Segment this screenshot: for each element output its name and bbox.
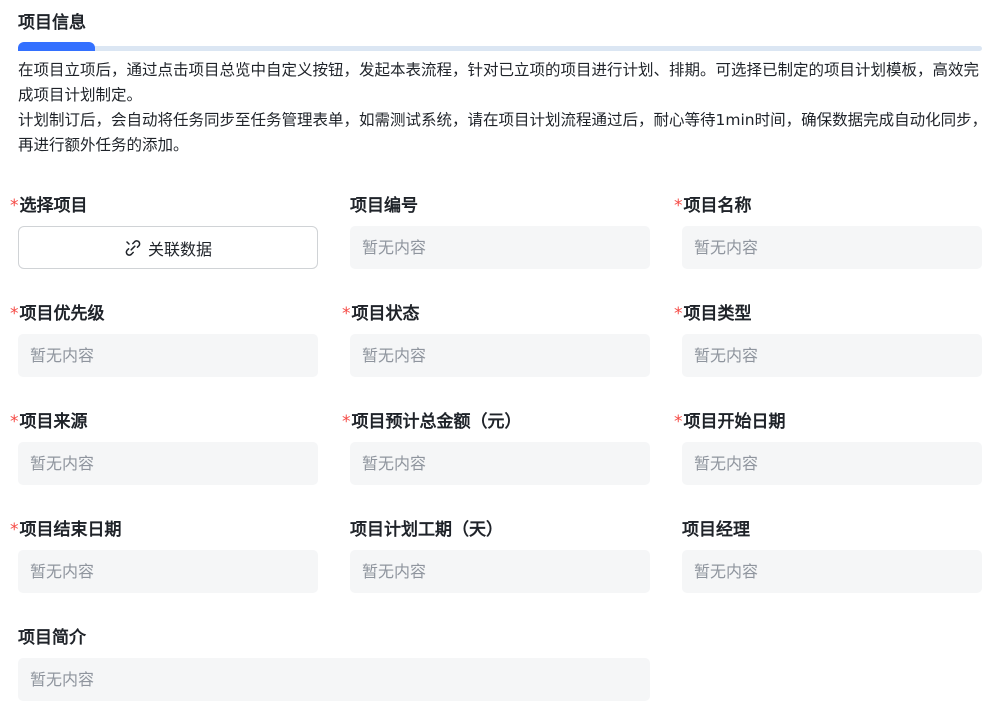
field-label-budget: *项目预计总金额（元）: [342, 412, 522, 432]
field-label-manager: 项目经理: [682, 520, 750, 540]
field-label-type: *项目类型: [674, 304, 752, 324]
field-label-project-no: 项目编号: [350, 196, 418, 216]
status-field[interactable]: 暂无内容: [350, 334, 650, 377]
field-label-start-date: *项目开始日期: [674, 412, 786, 432]
start-date-field[interactable]: 暂无内容: [682, 442, 982, 485]
form-description: 在项目立项后，通过点击项目总览中自定义按钮，发起本表流程，针对已立项的项目进行计…: [18, 58, 988, 158]
section-divider: [18, 46, 982, 51]
source-field[interactable]: 暂无内容: [18, 442, 318, 485]
required-marker: *: [10, 412, 19, 432]
required-marker: *: [342, 412, 351, 432]
duration-field[interactable]: 暂无内容: [350, 550, 650, 593]
field-label-project-name: *项目名称: [674, 196, 752, 216]
section-title: 项目信息: [18, 13, 86, 33]
manager-field[interactable]: 暂无内容: [682, 550, 982, 593]
required-marker: *: [10, 520, 19, 540]
required-marker: *: [10, 196, 19, 216]
required-marker: *: [10, 304, 19, 324]
required-marker: *: [342, 304, 351, 324]
description-paragraph: 在项目立项后，通过点击项目总览中自定义按钮，发起本表流程，针对已立项的项目进行计…: [18, 61, 980, 104]
field-label-duration: 项目计划工期（天）: [350, 520, 503, 540]
required-marker: *: [674, 196, 683, 216]
required-marker: *: [674, 412, 683, 432]
priority-field[interactable]: 暂无内容: [18, 334, 318, 377]
field-label-summary: 项目简介: [18, 628, 86, 648]
field-label-end-date: *项目结束日期: [10, 520, 122, 540]
required-marker: *: [674, 304, 683, 324]
end-date-field[interactable]: 暂无内容: [18, 550, 318, 593]
field-label-priority: *项目优先级: [10, 304, 105, 324]
budget-field[interactable]: 暂无内容: [350, 442, 650, 485]
field-label-status: *项目状态: [342, 304, 420, 324]
link-data-button-label: 关联数据: [147, 239, 212, 259]
link-data-button[interactable]: 关联数据: [18, 226, 318, 269]
type-field[interactable]: 暂无内容: [682, 334, 982, 377]
link-icon: [124, 239, 142, 257]
field-label-source: *项目来源: [10, 412, 88, 432]
project-name-field[interactable]: 暂无内容: [682, 226, 982, 269]
project-no-field[interactable]: 暂无内容: [350, 226, 650, 269]
summary-field[interactable]: 暂无内容: [18, 658, 650, 701]
field-label-select-project: *选择项目: [10, 196, 88, 216]
section-divider-accent: [18, 42, 95, 51]
description-paragraph: 计划制订后，会自动将任务同步至任务管理表单，如需测试系统，请在项目计划流程通过后…: [18, 111, 988, 154]
